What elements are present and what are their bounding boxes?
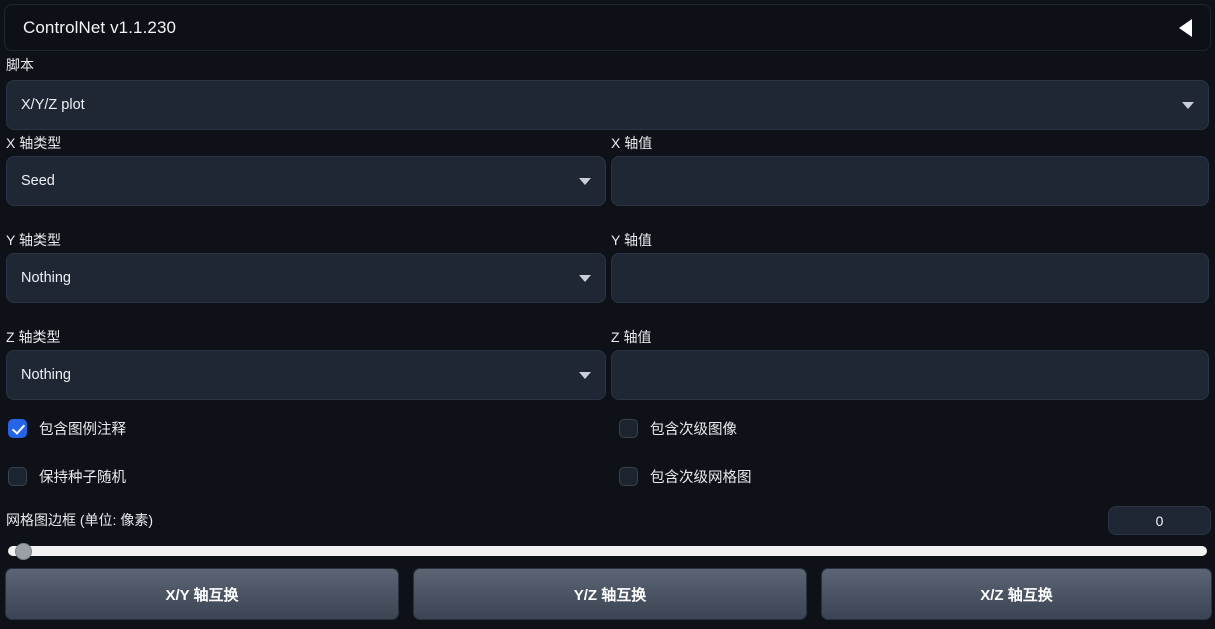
y-axis-type-value: Nothing [21,270,71,286]
controlnet-accordion-header[interactable]: ControlNet v1.1.230 [4,4,1211,51]
triangle-left-icon[interactable] [1179,18,1192,37]
swap-xy-button[interactable]: X/Y 轴互换 [5,568,399,620]
swap-xz-button[interactable]: X/Z 轴互换 [821,568,1212,620]
chevron-down-icon [579,177,591,185]
keep-seed-random-label: 保持种子随机 [39,470,126,486]
script-label: 脚本 [6,57,34,73]
x-axis-values-label: X 轴值 [611,135,653,151]
xyz-plot-panel: ControlNet v1.1.230 脚本 X/Y/Z plot X 轴类型 … [0,0,1215,629]
z-axis-values-input[interactable] [611,350,1209,400]
include-sub-grids-checkbox-row[interactable]: 包含次级网格图 [619,466,752,487]
include-legend-label: 包含图例注释 [39,422,126,438]
z-axis-type-label: Z 轴类型 [6,329,61,345]
controlnet-title: ControlNet v1.1.230 [23,17,177,37]
grid-margins-slider-track[interactable] [8,546,1207,556]
keep-seed-random-checkbox-row[interactable]: 保持种子随机 [8,466,126,487]
include-sub-images-checkbox-row[interactable]: 包含次级图像 [619,418,737,439]
grid-margins-label: 网格图边框 (单位: 像素) [6,512,153,528]
y-axis-values-input[interactable] [611,253,1209,303]
chevron-down-icon [1182,101,1194,109]
grid-margins-slider[interactable] [8,541,1207,561]
y-axis-values-label: Y 轴值 [611,232,652,248]
chevron-down-icon [579,371,591,379]
include-sub-grids-checkbox[interactable] [619,467,638,486]
y-axis-type-label: Y 轴类型 [6,232,61,248]
grid-margins-slider-thumb[interactable] [15,543,32,560]
include-sub-grids-label: 包含次级网格图 [650,470,752,486]
z-axis-type-dropdown[interactable]: Nothing [6,350,606,400]
script-dropdown[interactable]: X/Y/Z plot [6,80,1209,130]
swap-yz-button[interactable]: Y/Z 轴互换 [413,568,807,620]
y-axis-type-dropdown[interactable]: Nothing [6,253,606,303]
x-axis-type-label: X 轴类型 [6,135,62,151]
z-axis-values-label: Z 轴值 [611,329,652,345]
chevron-down-icon [579,274,591,282]
grid-margins-number-input[interactable] [1108,506,1211,535]
script-dropdown-value: X/Y/Z plot [21,97,85,113]
include-legend-checkbox-row[interactable]: 包含图例注释 [8,418,126,439]
include-legend-checkbox[interactable] [8,419,27,438]
keep-seed-random-checkbox[interactable] [8,467,27,486]
z-axis-type-value: Nothing [21,367,71,383]
x-axis-values-input[interactable] [611,156,1209,206]
include-sub-images-label: 包含次级图像 [650,422,737,438]
x-axis-type-dropdown[interactable]: Seed [6,156,606,206]
x-axis-type-value: Seed [21,173,55,189]
include-sub-images-checkbox[interactable] [619,419,638,438]
